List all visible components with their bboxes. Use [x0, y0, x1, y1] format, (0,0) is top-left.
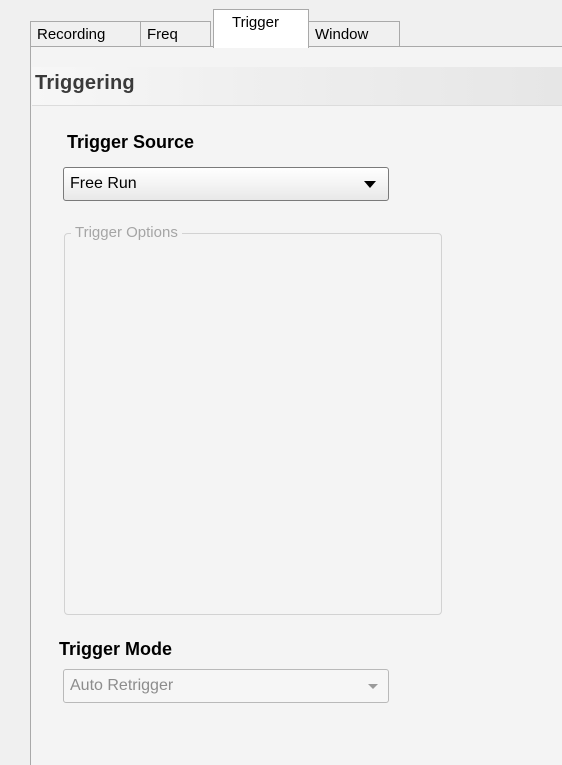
tab-window[interactable]: Window [309, 21, 400, 46]
tab-strip: Recording Freq Trigger Window [0, 0, 562, 48]
trigger-tab-panel: Triggering Trigger Source Free Run Trigg… [30, 46, 562, 765]
chevron-down-icon [368, 684, 378, 689]
trigger-options-groupbox: Trigger Options [64, 224, 442, 615]
trigger-source-value: Free Run [70, 175, 137, 192]
trigger-source-label: Trigger Source [67, 132, 195, 152]
trigger-settings-window: Recording Freq Trigger Window Triggering… [0, 0, 562, 765]
section-title: Triggering [35, 72, 135, 94]
tab-freq[interactable]: Freq [141, 21, 211, 46]
trigger-mode-label: Trigger Mode [59, 639, 173, 659]
trigger-mode-dropdown[interactable]: Auto Retrigger [63, 669, 389, 703]
tab-trigger[interactable]: Trigger [213, 9, 309, 48]
trigger-mode-value: Auto Retrigger [70, 677, 174, 694]
trigger-options-title: Trigger Options [71, 224, 182, 241]
tab-recording[interactable]: Recording [30, 21, 141, 46]
section-header: Triggering [32, 67, 562, 106]
trigger-source-dropdown[interactable]: Free Run [63, 167, 389, 201]
chevron-down-icon [364, 181, 376, 188]
